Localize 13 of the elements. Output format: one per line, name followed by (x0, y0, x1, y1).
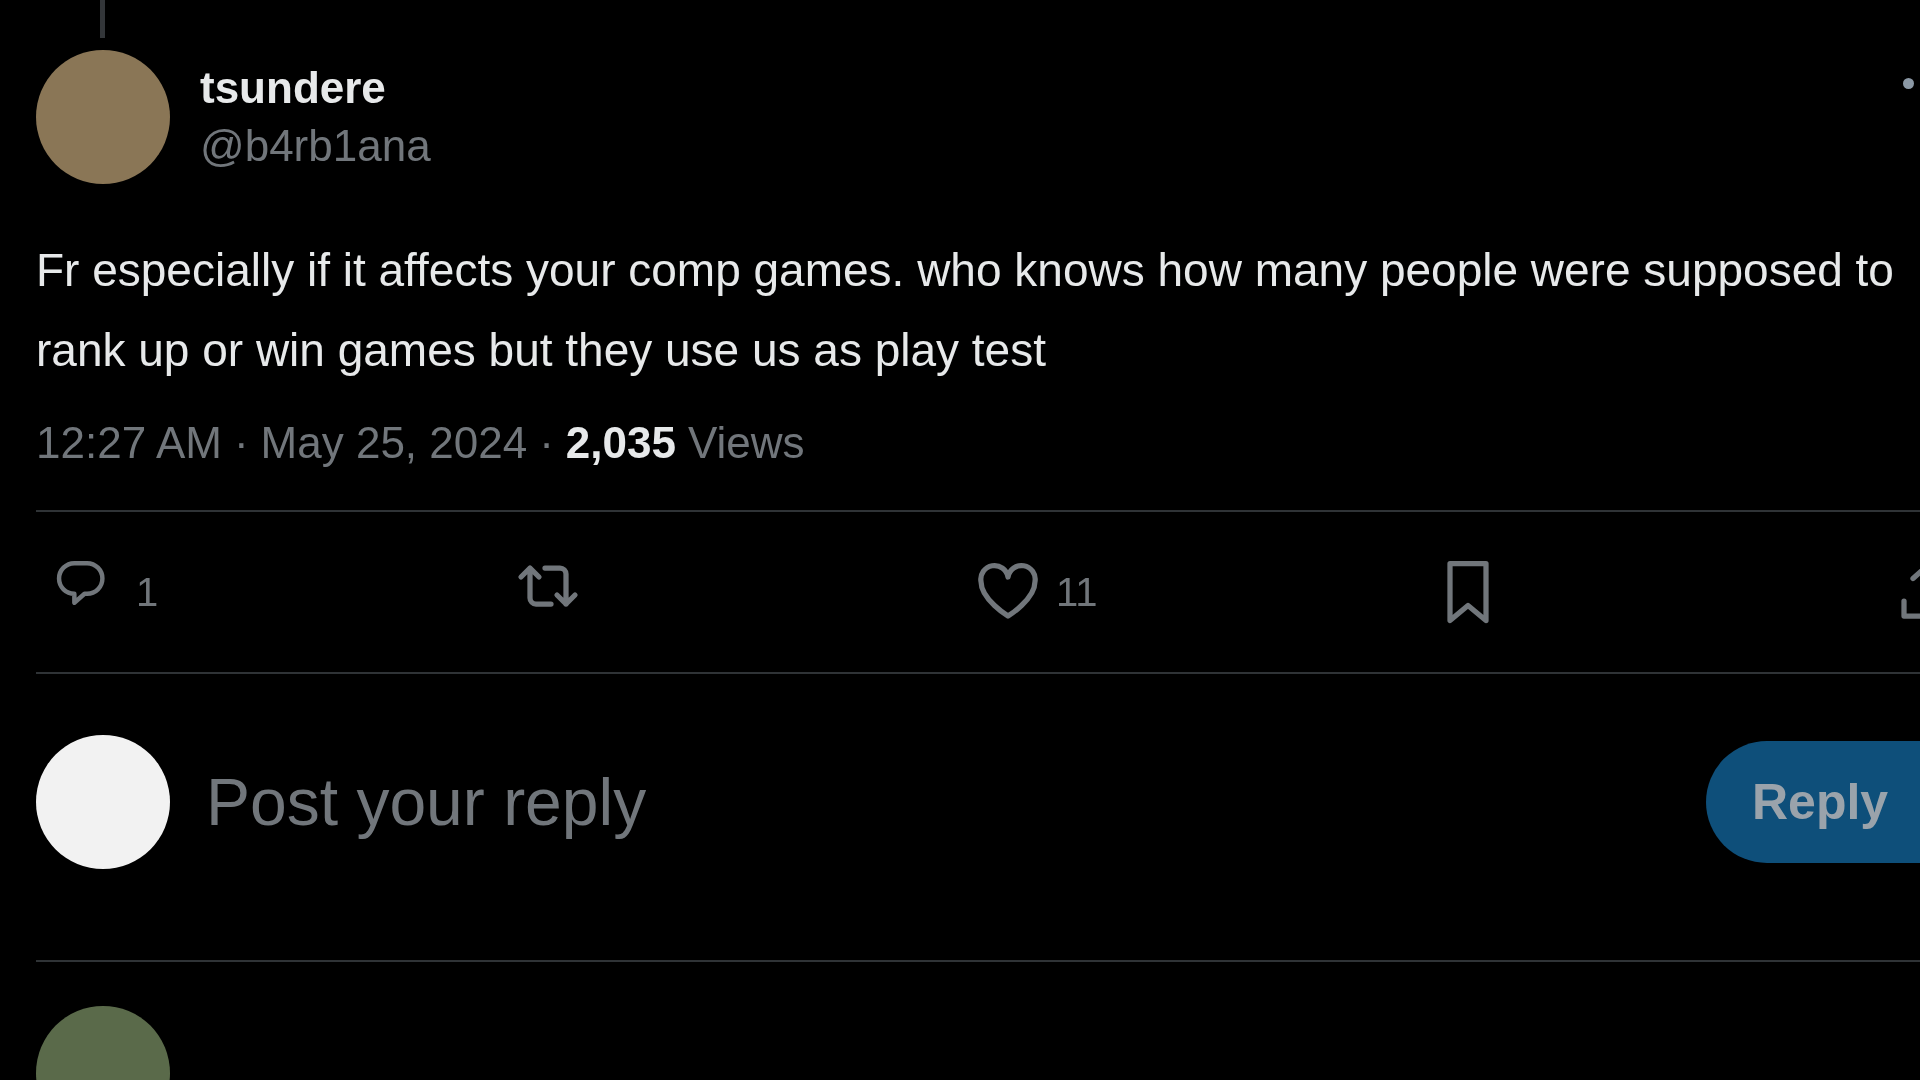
post-date[interactable]: May 25, 2024 (260, 418, 528, 468)
post-text: Fr especially if it affects your comp games. who knows how many people were supposed to rank up or win games but they use us as play test (36, 243, 1895, 378)
dot-icon[interactable] (1903, 78, 1914, 89)
action-count: 11 (1056, 569, 1098, 615)
views-label: Views (687, 418, 805, 468)
views-count: 2,035 (565, 418, 676, 468)
author-handle[interactable]: @b4rb1ana (200, 121, 431, 171)
reply-input-field[interactable]: Post your reply (204, 763, 1308, 841)
separator-dot: · (539, 418, 554, 468)
post-time[interactable]: 12:27 AM (36, 418, 222, 468)
action-count: 1 (136, 569, 159, 615)
author-name[interactable]: tsundere (200, 63, 431, 113)
separator-dot: · (233, 418, 249, 468)
